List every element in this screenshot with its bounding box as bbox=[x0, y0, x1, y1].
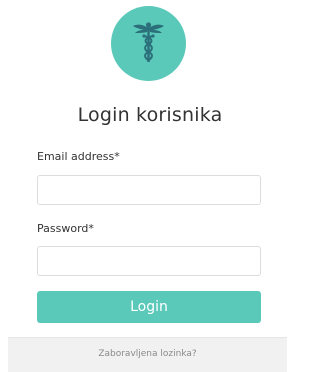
login-button[interactable]: Login bbox=[37, 291, 261, 323]
page-title: Login korisnika bbox=[77, 104, 223, 126]
logo-badge bbox=[111, 6, 186, 81]
email-label: Email address* bbox=[37, 150, 120, 163]
password-label: Password* bbox=[37, 222, 94, 235]
caduceus-icon bbox=[133, 22, 164, 62]
forgot-password-link[interactable]: Zaboravljena lozinka? bbox=[8, 349, 287, 359]
email-field[interactable] bbox=[37, 175, 261, 205]
password-field[interactable] bbox=[37, 246, 261, 276]
forgot-password-bar: Zaboravljena lozinka? bbox=[8, 337, 287, 372]
